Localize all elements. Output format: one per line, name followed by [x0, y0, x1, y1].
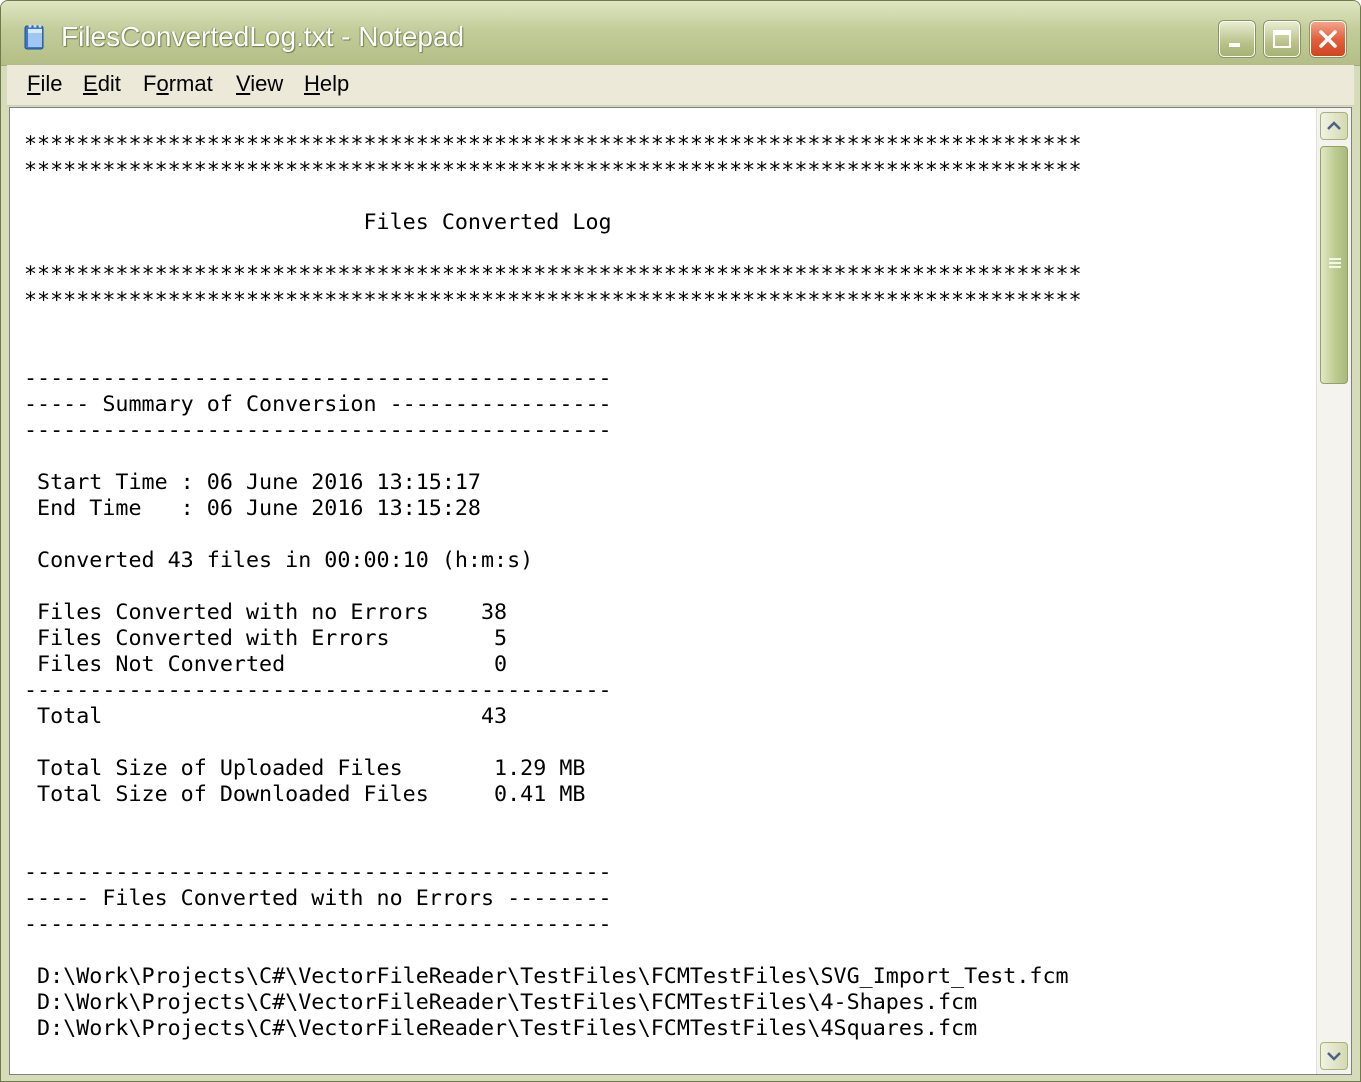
menu-edit-label-rest: dit — [97, 71, 121, 96]
window-title: FilesConvertedLog.txt - Notepad — [61, 21, 465, 52]
menu-file-label-rest: ile — [40, 71, 63, 96]
menu-edit-accelerator: E — [83, 71, 98, 96]
chevron-down-icon — [1327, 1052, 1341, 1061]
menu-view-label-rest: iew — [250, 71, 284, 96]
minimize-button[interactable] — [1219, 21, 1255, 57]
document-text[interactable]: ****************************************… — [24, 108, 1311, 1042]
menu-help[interactable]: Help — [300, 71, 353, 97]
notepad-icon[interactable] — [23, 23, 47, 51]
scroll-down-button[interactable] — [1320, 1042, 1348, 1070]
scroll-thumb[interactable] — [1320, 146, 1348, 384]
menu-format-label-start: F — [143, 71, 157, 96]
close-button[interactable] — [1310, 21, 1346, 57]
grip-icon — [1329, 258, 1341, 268]
scroll-up-button[interactable] — [1320, 112, 1348, 140]
menu-format-label-rest: rmat — [168, 71, 213, 96]
maximize-icon — [1273, 30, 1291, 48]
menu-file-accelerator: F — [27, 71, 41, 96]
menu-help-accelerator: H — [304, 71, 320, 96]
chevron-up-icon — [1327, 121, 1341, 130]
menu-help-label-rest: elp — [319, 71, 350, 96]
vertical-scrollbar[interactable] — [1316, 108, 1351, 1074]
menu-format-accelerator: o — [156, 71, 169, 96]
menu-edit[interactable]: Edit — [79, 71, 125, 97]
menu-file[interactable]: File — [23, 71, 66, 97]
menu-bar: File Edit Format View Help — [7, 65, 1354, 106]
notepad-window: FilesConvertedLog.txt - Notepad File Edi… — [0, 0, 1361, 1082]
minimize-icon — [1229, 43, 1240, 47]
title-bar[interactable]: FilesConvertedLog.txt - Notepad — [1, 1, 1360, 66]
menu-format[interactable]: Format — [139, 71, 217, 97]
close-icon — [1319, 30, 1337, 48]
text-area[interactable]: ****************************************… — [24, 108, 1311, 1074]
menu-view-accelerator: V — [236, 71, 251, 96]
maximize-button[interactable] — [1264, 21, 1300, 57]
text-editor[interactable]: ****************************************… — [9, 107, 1352, 1075]
menu-view[interactable]: View — [232, 71, 287, 97]
